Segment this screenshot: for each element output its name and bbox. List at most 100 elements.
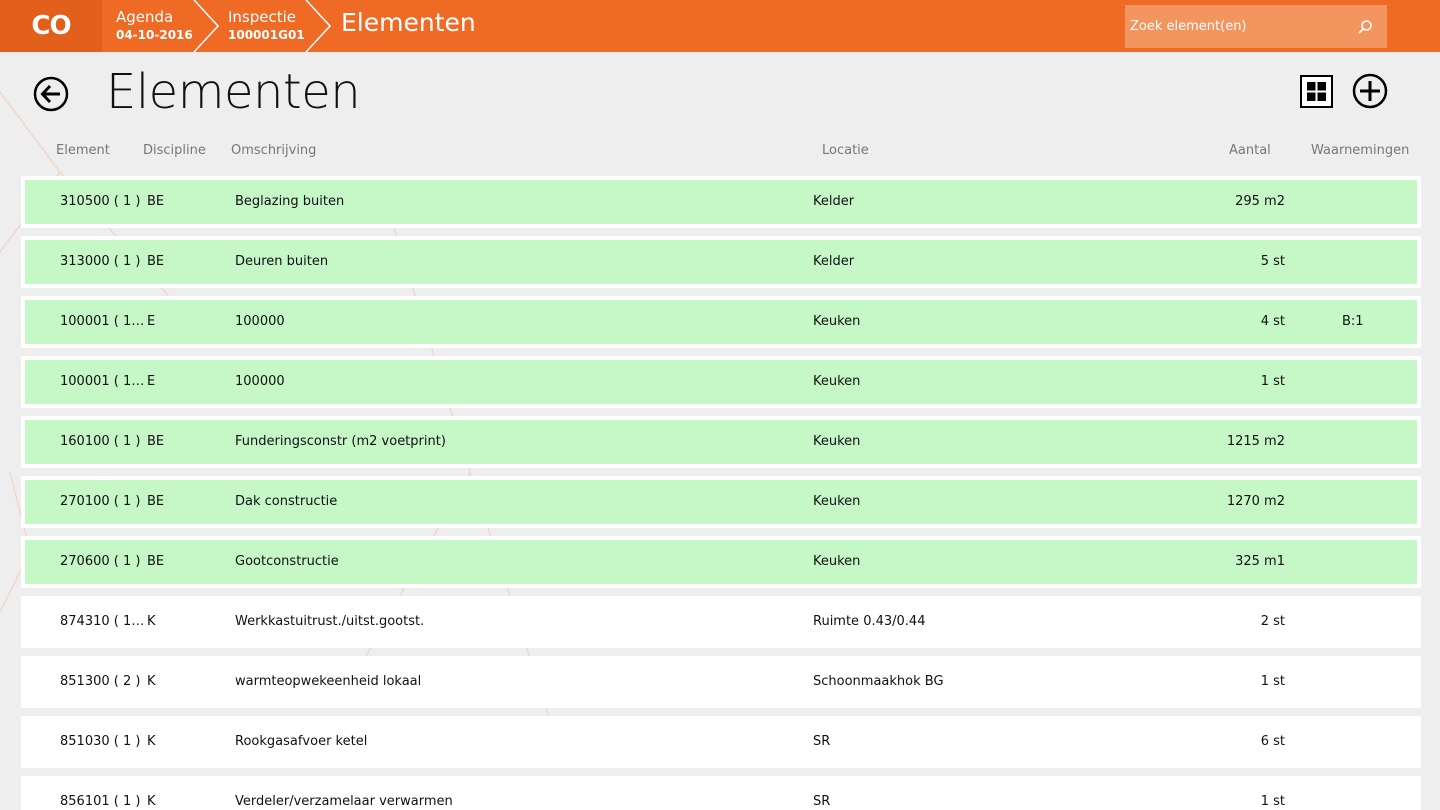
row-omschrijving: warmteopwekeenheid lokaal xyxy=(235,674,422,689)
row-omschrijving: Werkkastuitrust./uitst.gootst. xyxy=(235,614,425,629)
row-aantal: 1 st xyxy=(1260,794,1285,809)
row-body: 270100 ( 1 ) BE Dak constructie Keuken 1270 … xyxy=(25,480,1417,524)
row-locatie: Keuken xyxy=(813,434,861,449)
row-locatie: Keuken xyxy=(813,494,861,509)
page-title: Elementen xyxy=(106,64,361,120)
add-icon[interactable] xyxy=(1352,73,1388,109)
row-omschrijving: Deuren buiten xyxy=(235,254,329,269)
search-input[interactable] xyxy=(1125,5,1343,48)
column-header-omschrijving[interactable]: Omschrijving xyxy=(231,143,316,158)
row-omschrijving: Dak constructie xyxy=(235,494,338,509)
row-aantal: 1270 m2 xyxy=(1226,494,1285,509)
row-discipline: K xyxy=(147,674,156,689)
row-body: 100001 ( 13 ) E 100000 Keuken 4 st B:1 xyxy=(25,300,1417,344)
row-element: 310500 ( 1 ) xyxy=(60,194,141,209)
row-aantal: 325 m1 xyxy=(1235,554,1285,569)
row-body: 874310 ( 1/Sc…K Werkkastuitrust./uitst.go… xyxy=(25,600,1417,644)
row-body: 851300 ( 2 ) Kwarmteopwekeenheid lokaal Sc… xyxy=(25,660,1417,704)
row-discipline: BE xyxy=(147,554,165,569)
row-discipline: E xyxy=(147,314,156,329)
breadcrumb-title: Agenda xyxy=(116,8,174,26)
row-element: 856101 ( 1 ) xyxy=(60,794,141,809)
table-row[interactable]: 856101 ( 1 ) K Verdeler/verzamelaar verwar… xyxy=(21,776,1421,810)
row-omschrijving: Verdeler/verzamelaar verwarmen xyxy=(235,794,453,809)
search-box xyxy=(1125,5,1387,48)
row-element: 270100 ( 1 ) xyxy=(60,494,141,509)
table-row[interactable]: 313000 ( 1 ) BE Deuren buiten Kelder 5 st xyxy=(21,236,1421,288)
breadcrumb-title: Inspectie xyxy=(228,8,297,26)
row-element: 851030 ( 1 ) xyxy=(60,734,141,749)
row-discipline: K xyxy=(147,614,156,629)
search-icon[interactable] xyxy=(1343,5,1387,48)
table-row[interactable]: 851030 ( 1 ) K Rookgasafvoer ketel SR 6 st xyxy=(21,716,1421,768)
row-aantal: 1 st xyxy=(1260,374,1285,389)
row-omschrijving: Rookgasafvoer ketel xyxy=(235,734,368,749)
back-arrow-icon[interactable] xyxy=(33,76,69,112)
row-discipline: K xyxy=(147,734,156,749)
row-element: 270600 ( 1 ) xyxy=(60,554,141,569)
row-omschrijving: Beglazing buiten xyxy=(235,194,345,209)
row-body: 160100 ( 1 ) BE Funderingsconstr (m2 voetp… xyxy=(25,420,1417,464)
row-aantal: 2 st xyxy=(1260,614,1285,629)
row-element: 851300 ( 2 ) xyxy=(60,674,141,689)
breadcrumb-subtitle: 04-10-2016 xyxy=(116,28,193,42)
column-header-locatie[interactable]: Locatie xyxy=(822,143,869,158)
row-omschrijving: 100000 xyxy=(235,314,285,329)
row-discipline: BE xyxy=(147,254,165,269)
row-locatie: Kelder xyxy=(813,194,855,209)
breadcrumb-current: Elementen xyxy=(341,8,476,37)
table-row[interactable]: 851300 ( 2 ) Kwarmteopwekeenheid lokaal Sc… xyxy=(21,656,1421,708)
row-locatie: Kelder xyxy=(813,254,855,269)
column-header-aantal[interactable]: Aantal xyxy=(1229,143,1271,158)
app-logo[interactable]: CO xyxy=(0,0,102,52)
row-body: 856101 ( 1 ) K Verdeler/verzamelaar verwar… xyxy=(25,780,1417,810)
row-aantal: 1 st xyxy=(1260,674,1285,689)
row-aantal: 295 m2 xyxy=(1235,194,1285,209)
row-body: 270600 ( 1 ) BE Gootconstructie Keuken 325 m… xyxy=(25,540,1417,584)
column-header-discipline[interactable]: Discipline xyxy=(143,143,206,158)
row-locatie: SR xyxy=(813,794,831,809)
column-header-waarnemingen[interactable]: Waarnemingen xyxy=(1311,143,1409,158)
row-body: 100001 ( 15 ) E 100000 Keuken 1 st xyxy=(25,360,1417,404)
grid-view-icon[interactable] xyxy=(1300,75,1333,108)
row-omschrijving: 100000 xyxy=(235,374,285,389)
chevron-right-icon xyxy=(305,0,332,52)
row-element: 874310 ( 1/Sc… xyxy=(60,614,148,629)
row-omschrijving: Funderingsconstr (m2 voetprint) xyxy=(235,434,446,449)
row-discipline: BE xyxy=(147,494,165,509)
row-aantal: 1215 m2 xyxy=(1226,434,1285,449)
row-locatie: Ruimte 0.43/0.44 xyxy=(813,614,926,629)
row-aantal: 5 st xyxy=(1260,254,1285,269)
breadcrumb-subtitle: 100001G01 xyxy=(228,28,305,42)
row-locatie: Keuken xyxy=(813,314,861,329)
row-element: 160100 ( 1 ) xyxy=(60,434,141,449)
row-locatie: Keuken xyxy=(813,554,861,569)
table-row[interactable]: 160100 ( 1 ) BE Funderingsconstr (m2 voetp… xyxy=(21,416,1421,468)
row-locatie: SR xyxy=(813,734,831,749)
row-discipline: K xyxy=(147,794,156,809)
table-row[interactable]: 310500 ( 1 ) BE Beglazing buiten Kelder 295 … xyxy=(21,176,1421,228)
row-discipline: E xyxy=(147,374,156,389)
table-row[interactable]: 100001 ( 13 ) E 100000 Keuken 4 st B:1 xyxy=(21,296,1421,348)
chevron-right-icon xyxy=(193,0,220,52)
row-locatie: Keuken xyxy=(813,374,861,389)
row-body: 310500 ( 1 ) BE Beglazing buiten Kelder 295 … xyxy=(25,180,1417,224)
table-row[interactable]: 874310 ( 1/Sc…K Werkkastuitrust./uitst.go… xyxy=(21,596,1421,648)
top-bar: CO Agenda 04-10-2016 Inspectie 100001G01… xyxy=(0,0,1440,52)
column-header-element[interactable]: Element xyxy=(56,143,110,158)
row-body: 851030 ( 1 ) K Rookgasafvoer ketel SR 6 st xyxy=(25,720,1417,764)
row-aantal: 6 st xyxy=(1260,734,1285,749)
logo-text: CO xyxy=(31,11,71,41)
row-element: 313000 ( 1 ) xyxy=(60,254,141,269)
row-locatie: Schoonmaakhok BG xyxy=(813,674,944,689)
row-body: 313000 ( 1 ) BE Deuren buiten Kelder 5 st xyxy=(25,240,1417,284)
row-waarnemingen: B:1 xyxy=(1342,314,1364,329)
table-row[interactable]: 100001 ( 15 ) E 100000 Keuken 1 st xyxy=(21,356,1421,408)
row-discipline: BE xyxy=(147,194,165,209)
row-aantal: 4 st xyxy=(1260,314,1285,329)
row-omschrijving: Gootconstructie xyxy=(235,554,339,569)
table-row[interactable]: 270600 ( 1 ) BE Gootconstructie Keuken 325 m… xyxy=(21,536,1421,588)
table-row[interactable]: 270100 ( 1 ) BE Dak constructie Keuken 1270 … xyxy=(21,476,1421,528)
row-element: 100001 ( 15 ) xyxy=(60,374,148,389)
row-element: 100001 ( 13 ) xyxy=(60,314,148,329)
